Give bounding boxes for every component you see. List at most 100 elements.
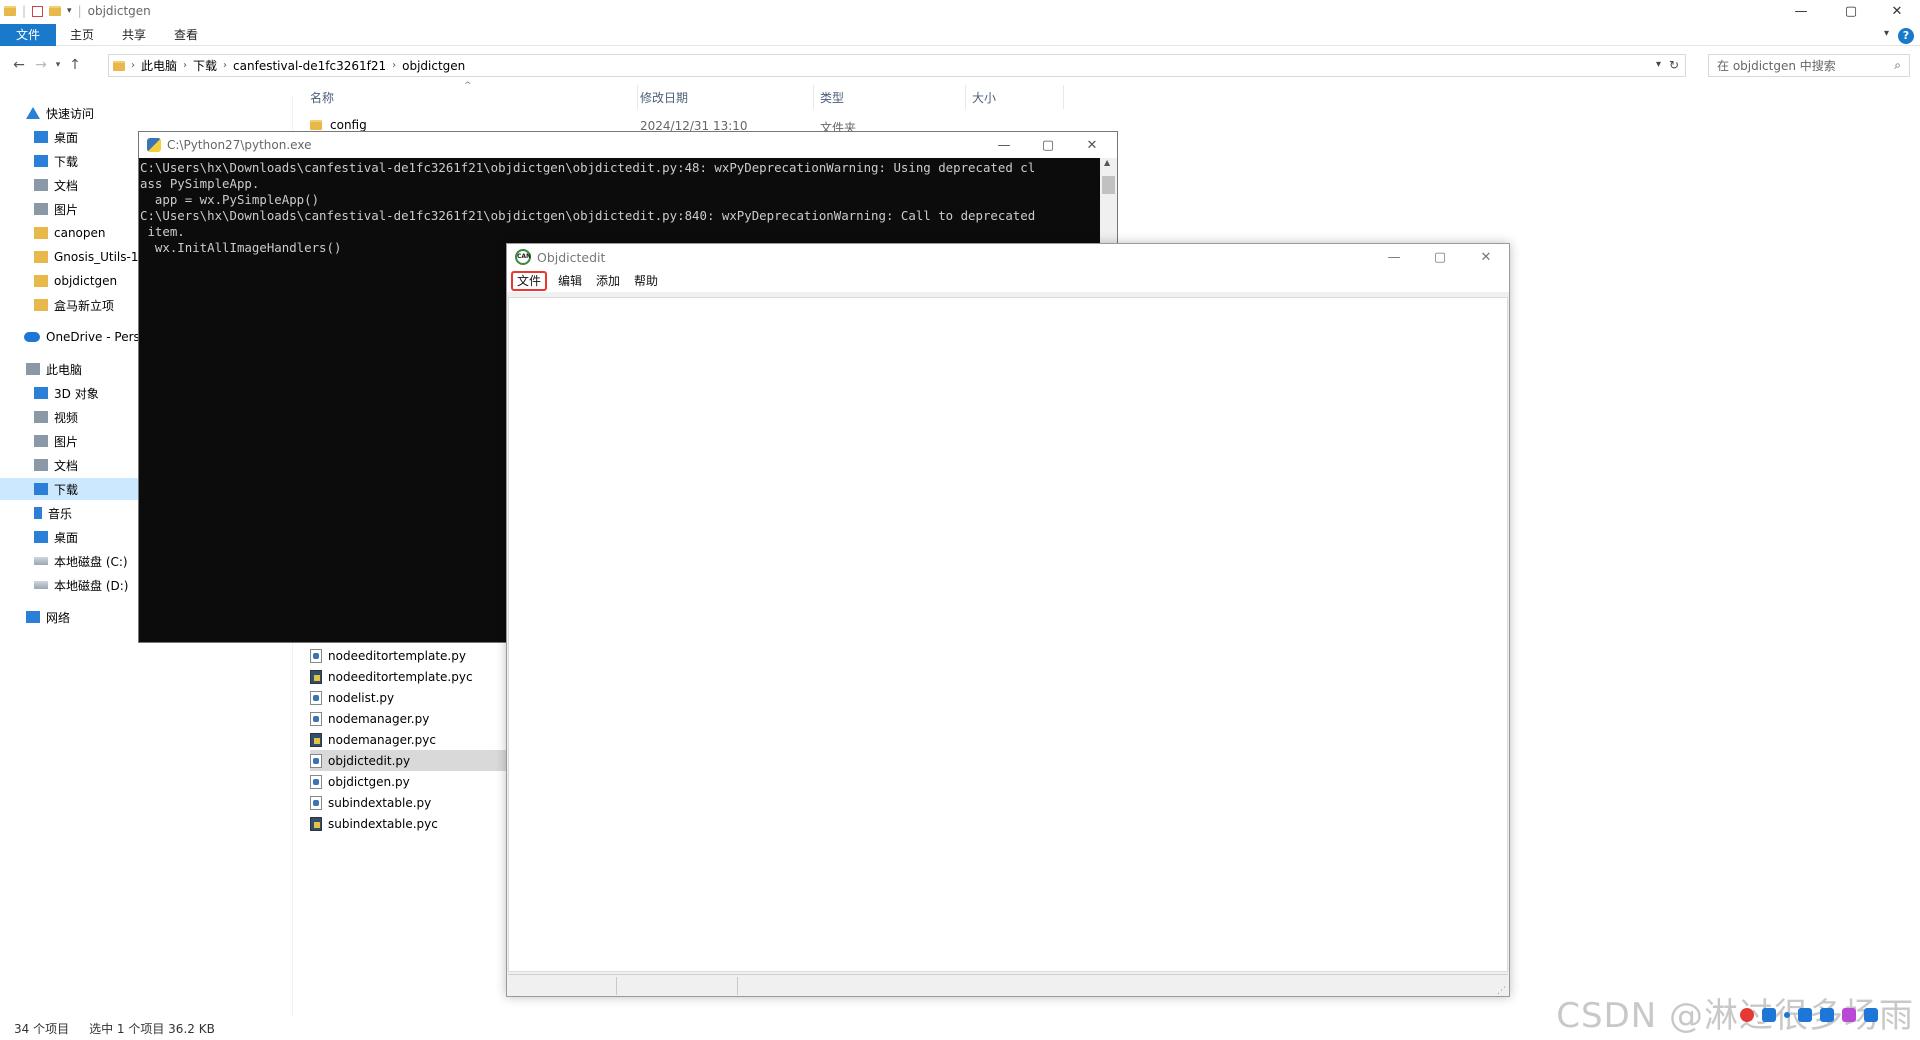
explorer-status-bar: 34 个项目 选中 1 个项目 36.2 KB: [14, 1020, 215, 1037]
network-icon: [26, 611, 40, 623]
sidebar-item-network[interactable]: 网络: [26, 606, 70, 628]
menu-add[interactable]: 添加: [589, 271, 627, 291]
sidebar-item-this-pc[interactable]: 此电脑: [26, 358, 82, 380]
download-icon: [34, 483, 48, 495]
sidebar-item-music[interactable]: 音乐: [34, 502, 72, 524]
breadcrumb-objdictgen[interactable]: objdictgen: [402, 59, 465, 73]
chevron-right-icon[interactable]: ›: [392, 60, 396, 71]
folder-icon: [34, 275, 48, 287]
chevron-right-icon[interactable]: ›: [131, 60, 135, 71]
tab-share[interactable]: 共享: [108, 24, 160, 46]
up-arrow-icon[interactable]: ↑: [64, 54, 86, 76]
sidebar-item-downloads[interactable]: 下载: [34, 150, 78, 172]
skin-icon[interactable]: [1842, 1008, 1856, 1022]
objdictedit-workspace[interactable]: [508, 297, 1508, 972]
file-row[interactable]: nodeeditortemplate.pyc: [310, 666, 506, 687]
minimize-button[interactable]: —: [1371, 244, 1417, 270]
sidebar-item-hema[interactable]: 盒马新立项: [34, 294, 114, 316]
properties-icon[interactable]: [32, 5, 44, 17]
file-name: subindextable.py: [328, 795, 432, 810]
toolbox-icon[interactable]: [1864, 1008, 1878, 1022]
objdictedit-titlebar: CAN Objdictedit — ▢ ✕: [507, 244, 1509, 270]
python-file-icon: [310, 774, 322, 789]
file-row[interactable]: nodemanager.py: [310, 708, 506, 729]
picture-icon: [34, 435, 48, 447]
column-header-date[interactable]: 修改日期: [634, 85, 814, 109]
tab-view[interactable]: 查看: [160, 24, 212, 46]
resize-grip-icon[interactable]: ⋰: [1497, 986, 1506, 996]
sogou-ime-icon[interactable]: [1740, 1008, 1754, 1022]
file-row[interactable]: nodemanager.pyc: [310, 729, 506, 750]
new-folder-icon[interactable]: [49, 6, 62, 16]
expand-ribbon-icon[interactable]: ▾: [1884, 28, 1889, 39]
chevron-right-icon[interactable]: ›: [223, 60, 227, 71]
sidebar-item-pictures[interactable]: 图片: [34, 198, 78, 220]
recent-locations-icon[interactable]: ▾: [52, 54, 64, 76]
folder-icon: [34, 227, 48, 239]
file-row[interactable]: subindextable.pyc: [310, 813, 506, 834]
sort-up-icon: ^: [464, 81, 472, 91]
file-row[interactable]: nodeeditortemplate.py: [310, 645, 506, 666]
maximize-button[interactable]: ▢: [1025, 132, 1071, 158]
sidebar-item-pc-documents[interactable]: 文档: [34, 454, 78, 476]
microphone-icon[interactable]: [1798, 1008, 1812, 1022]
sidebar-item-canopen[interactable]: canopen: [34, 222, 106, 244]
file-row[interactable]: nodelist.py: [310, 687, 506, 708]
refresh-icon[interactable]: ↻: [1669, 58, 1679, 72]
maximize-button[interactable]: ▢: [1417, 244, 1463, 270]
file-row[interactable]: objdictgen.py: [310, 771, 506, 792]
search-placeholder: 在 objdictgen 中搜索: [1717, 59, 1836, 73]
sidebar-item-3d-objects[interactable]: 3D 对象: [34, 382, 99, 404]
close-button[interactable]: ✕: [1069, 132, 1115, 158]
column-header-size[interactable]: 大小: [966, 85, 1064, 109]
file-row-config[interactable]: config: [310, 118, 367, 132]
sidebar-item-quick-access[interactable]: 快速访问: [26, 102, 94, 124]
sidebar-item-desktop[interactable]: 桌面: [34, 126, 78, 148]
minimize-button[interactable]: —: [1778, 0, 1824, 22]
chinese-mode-icon[interactable]: [1762, 1008, 1776, 1022]
sidebar-item-videos[interactable]: 视频: [34, 406, 78, 428]
file-row[interactable]: objdictedit.py: [310, 750, 506, 771]
folder-icon: [310, 120, 322, 130]
sidebar-item-gnosis[interactable]: Gnosis_Utils-1.: [34, 246, 138, 268]
restore-button[interactable]: ▢: [1828, 0, 1874, 22]
document-icon: [34, 459, 48, 471]
column-header-type[interactable]: 类型: [814, 85, 966, 109]
help-icon[interactable]: ?: [1898, 28, 1914, 44]
breadcrumb-this-pc[interactable]: 此电脑: [141, 57, 177, 74]
sidebar-item-drive-c[interactable]: 本地磁盘 (C:): [34, 550, 128, 572]
chevron-down-icon[interactable]: ▾: [67, 6, 72, 16]
sidebar-item-pc-desktop[interactable]: 桌面: [34, 526, 78, 548]
breadcrumb-downloads[interactable]: 下载: [193, 57, 217, 74]
scroll-up-icon[interactable]: ▲: [1104, 158, 1110, 167]
address-dropdown-icon[interactable]: ▾: [1656, 59, 1661, 70]
tab-home[interactable]: 主页: [56, 24, 108, 46]
keyboard-icon[interactable]: [1820, 1008, 1834, 1022]
punctuation-icon[interactable]: [1784, 1012, 1790, 1018]
sidebar-item-pc-downloads[interactable]: 下载: [0, 478, 138, 500]
breadcrumb-canfestival[interactable]: canfestival-de1fc3261f21: [233, 59, 386, 73]
sidebar-item-documents[interactable]: 文档: [34, 174, 78, 196]
close-button[interactable]: ✕: [1874, 0, 1920, 22]
compiled-python-file-icon: [310, 732, 322, 747]
search-input[interactable]: 在 objdictgen 中搜索 ⌕: [1708, 54, 1910, 77]
chevron-right-icon[interactable]: ›: [183, 60, 187, 71]
tab-file[interactable]: 文件: [0, 23, 57, 46]
close-button[interactable]: ✕: [1463, 244, 1509, 270]
sidebar-item-pc-pictures[interactable]: 图片: [34, 430, 78, 452]
column-header-name[interactable]: 名称 ^: [304, 81, 638, 109]
file-row[interactable]: subindextable.py: [310, 792, 506, 813]
console-scroll-thumb[interactable]: [1102, 176, 1115, 194]
sidebar-item-objdictgen[interactable]: objdictgen: [34, 270, 117, 292]
forward-arrow-icon[interactable]: →: [30, 54, 52, 76]
sidebar-item-onedrive[interactable]: OneDrive - Pers: [24, 326, 138, 348]
back-arrow-icon[interactable]: ←: [8, 54, 30, 76]
menu-edit[interactable]: 编辑: [551, 271, 589, 291]
address-bar[interactable]: › 此电脑 › 下载 › canfestival-de1fc3261f21 › …: [108, 54, 1686, 77]
menu-help[interactable]: 帮助: [627, 271, 665, 291]
sidebar-item-drive-d[interactable]: 本地磁盘 (D:): [34, 574, 128, 596]
search-icon[interactable]: ⌕: [1894, 58, 1901, 73]
minimize-button[interactable]: —: [981, 132, 1027, 158]
menu-file[interactable]: 文件: [511, 271, 548, 291]
cloud-icon: [24, 332, 40, 342]
